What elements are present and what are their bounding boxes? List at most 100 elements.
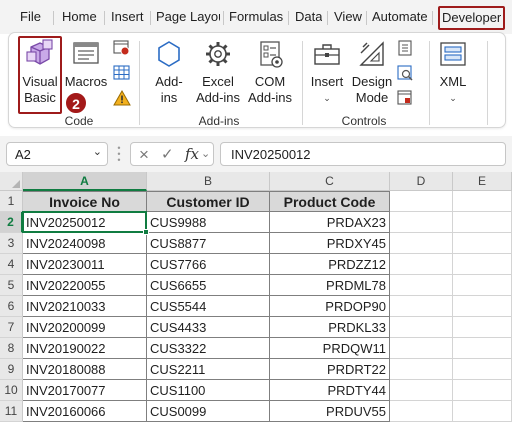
table-cell[interactable]: INV20240098 bbox=[23, 233, 147, 254]
empty-cell[interactable] bbox=[453, 380, 512, 401]
tab-developer[interactable]: Developer bbox=[438, 6, 506, 30]
table-cell[interactable]: INV20250012 bbox=[23, 212, 147, 233]
design-mode-button[interactable]: Design Mode bbox=[351, 39, 393, 106]
row-header-5[interactable]: 5 bbox=[0, 275, 23, 296]
table-cell[interactable]: INV20230011 bbox=[23, 254, 147, 275]
formula-bar-resize-handle[interactable]: • • • bbox=[115, 144, 123, 165]
insert-control-button[interactable]: Insert ⌄ bbox=[307, 39, 347, 106]
row-header-10[interactable]: 10 bbox=[0, 380, 23, 401]
empty-cell[interactable] bbox=[453, 233, 512, 254]
row-header-11[interactable]: 11 bbox=[0, 401, 23, 422]
visual-basic-button[interactable]: Visual Basic bbox=[20, 39, 60, 113]
xml-button[interactable]: XML ⌄ bbox=[433, 39, 473, 106]
record-macro-icon[interactable] bbox=[113, 40, 131, 56]
table-cell[interactable]: CUS8877 bbox=[147, 233, 270, 254]
empty-cell[interactable] bbox=[390, 359, 453, 380]
table-cell[interactable]: PRDML78 bbox=[270, 275, 390, 296]
table-cell[interactable]: PRDQW11 bbox=[270, 338, 390, 359]
table-cell[interactable]: CUS6655 bbox=[147, 275, 270, 296]
chevron-down-icon[interactable]: ⌄ bbox=[201, 147, 210, 160]
row-header-3[interactable]: 3 bbox=[0, 233, 23, 254]
table-cell[interactable]: PRDTY44 bbox=[270, 380, 390, 401]
table-header-cell[interactable]: Invoice No bbox=[23, 191, 147, 212]
table-cell[interactable]: PRDAX23 bbox=[270, 212, 390, 233]
tab-formulas[interactable]: Formulas bbox=[229, 0, 283, 34]
properties-icon[interactable] bbox=[397, 40, 413, 56]
empty-cell[interactable] bbox=[390, 254, 453, 275]
enter-check-icon[interactable]: ✓ bbox=[161, 145, 174, 163]
tab-file[interactable]: File bbox=[20, 0, 41, 34]
macros-button[interactable]: Macros bbox=[64, 39, 108, 90]
insert-function-icon[interactable]: fx bbox=[185, 145, 199, 163]
table-cell[interactable]: INV20190022 bbox=[23, 338, 147, 359]
column-header-e[interactable]: E bbox=[453, 172, 512, 191]
table-cell[interactable]: PRDOP90 bbox=[270, 296, 390, 317]
formula-input[interactable]: INV20250012 bbox=[220, 142, 506, 166]
empty-cell[interactable] bbox=[390, 296, 453, 317]
empty-cell[interactable] bbox=[390, 212, 453, 233]
view-code-icon[interactable] bbox=[397, 65, 413, 81]
empty-cell[interactable] bbox=[453, 212, 512, 233]
table-cell[interactable]: CUS9988 bbox=[147, 212, 270, 233]
table-cell[interactable]: CUS4433 bbox=[147, 317, 270, 338]
empty-cell[interactable] bbox=[453, 338, 512, 359]
tab-view[interactable]: View bbox=[334, 0, 362, 34]
row-header-4[interactable]: 4 bbox=[0, 254, 23, 275]
table-cell[interactable]: CUS7766 bbox=[147, 254, 270, 275]
table-cell[interactable]: CUS0099 bbox=[147, 401, 270, 422]
row-header-8[interactable]: 8 bbox=[0, 338, 23, 359]
spreadsheet-grid[interactable]: A B C D E 1 Invoice No Customer ID Product Code 2… bbox=[0, 172, 512, 423]
tab-page-layout[interactable]: Page Layout bbox=[156, 0, 220, 34]
row-header-7[interactable]: 7 bbox=[0, 317, 23, 338]
empty-cell[interactable] bbox=[453, 296, 512, 317]
table-cell[interactable]: INV20200099 bbox=[23, 317, 147, 338]
row-header-6[interactable]: 6 bbox=[0, 296, 23, 317]
tab-home[interactable]: Home bbox=[62, 0, 97, 34]
com-addins-button[interactable]: COM Add-ins bbox=[245, 39, 295, 106]
table-cell[interactable]: PRDUV55 bbox=[270, 401, 390, 422]
relative-references-icon[interactable] bbox=[113, 65, 131, 81]
empty-cell[interactable] bbox=[390, 191, 453, 212]
macro-security-icon[interactable] bbox=[113, 90, 131, 106]
name-box[interactable]: A2 ⌄ bbox=[6, 142, 108, 166]
table-cell[interactable]: PRDRT22 bbox=[270, 359, 390, 380]
column-header-c[interactable]: C bbox=[270, 172, 390, 191]
row-header-1[interactable]: 1 bbox=[0, 191, 23, 212]
empty-cell[interactable] bbox=[453, 317, 512, 338]
fill-handle[interactable] bbox=[143, 229, 149, 235]
empty-cell[interactable] bbox=[390, 317, 453, 338]
table-cell[interactable]: CUS2211 bbox=[147, 359, 270, 380]
empty-cell[interactable] bbox=[453, 275, 512, 296]
table-cell[interactable]: INV20160066 bbox=[23, 401, 147, 422]
column-header-d[interactable]: D bbox=[390, 172, 453, 191]
tab-automate[interactable]: Automate bbox=[372, 0, 428, 34]
select-all-button[interactable] bbox=[0, 172, 23, 191]
table-cell[interactable]: CUS3322 bbox=[147, 338, 270, 359]
empty-cell[interactable] bbox=[390, 338, 453, 359]
table-header-cell[interactable]: Customer ID bbox=[147, 191, 270, 212]
empty-cell[interactable] bbox=[390, 275, 453, 296]
addins-button[interactable]: Add- ins bbox=[149, 39, 189, 106]
table-cell[interactable]: CUS1100 bbox=[147, 380, 270, 401]
row-header-9[interactable]: 9 bbox=[0, 359, 23, 380]
empty-cell[interactable] bbox=[390, 401, 453, 422]
tab-insert[interactable]: Insert bbox=[111, 0, 144, 34]
table-cell[interactable]: CUS5544 bbox=[147, 296, 270, 317]
excel-addins-button[interactable]: Excel Add-ins bbox=[193, 39, 243, 106]
table-cell[interactable]: INV20180088 bbox=[23, 359, 147, 380]
empty-cell[interactable] bbox=[390, 380, 453, 401]
empty-cell[interactable] bbox=[453, 191, 512, 212]
table-cell[interactable]: PRDZZ12 bbox=[270, 254, 390, 275]
chevron-down-icon[interactable]: ⌄ bbox=[93, 145, 102, 158]
empty-cell[interactable] bbox=[453, 401, 512, 422]
table-cell[interactable]: PRDXY45 bbox=[270, 233, 390, 254]
table-cell[interactable]: PRDKL33 bbox=[270, 317, 390, 338]
table-cell[interactable]: INV20170077 bbox=[23, 380, 147, 401]
row-header-2[interactable]: 2 bbox=[0, 212, 23, 233]
table-header-cell[interactable]: Product Code bbox=[270, 191, 390, 212]
empty-cell[interactable] bbox=[453, 359, 512, 380]
cancel-icon[interactable]: × bbox=[139, 145, 149, 165]
tab-data[interactable]: Data bbox=[295, 0, 322, 34]
empty-cell[interactable] bbox=[453, 254, 512, 275]
empty-cell[interactable] bbox=[390, 233, 453, 254]
